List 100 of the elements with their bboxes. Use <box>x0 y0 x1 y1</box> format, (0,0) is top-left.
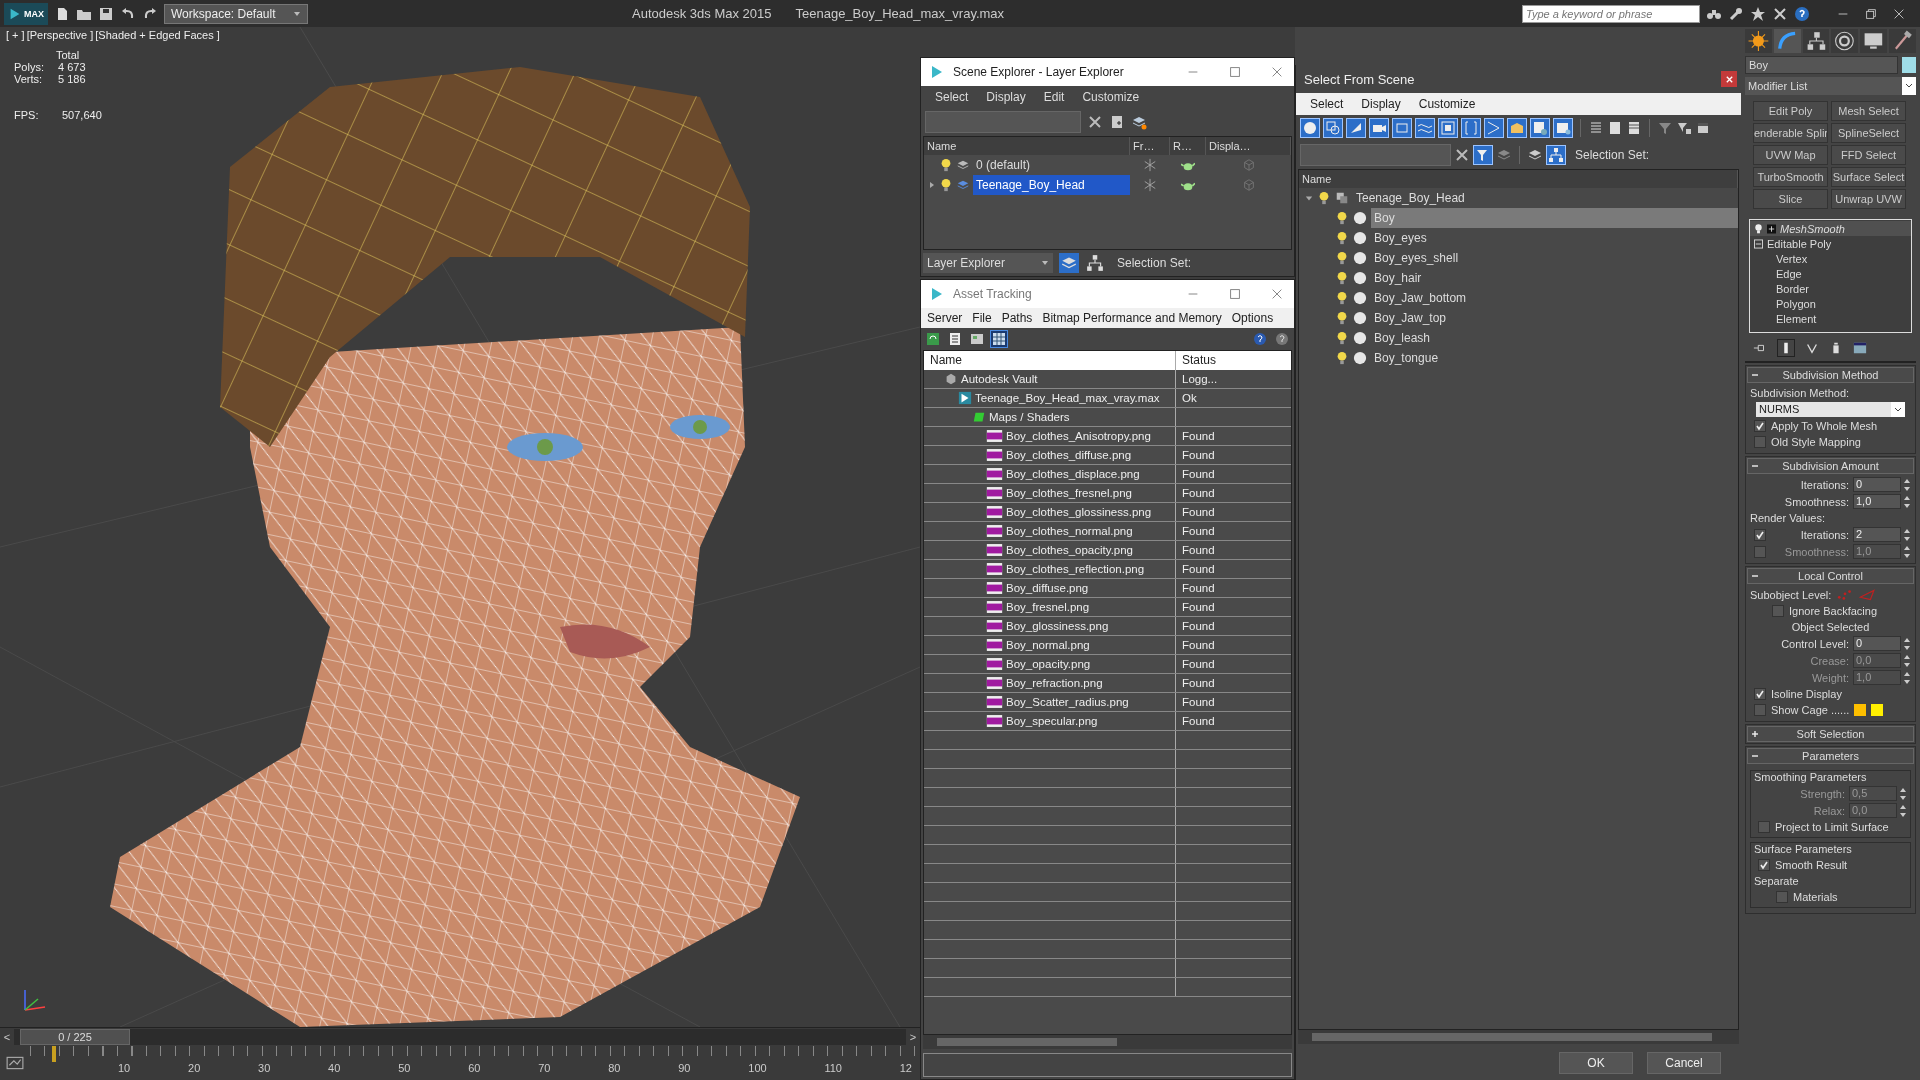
checkbox[interactable] <box>1754 436 1766 448</box>
waves-icon[interactable] <box>1415 118 1435 138</box>
menu-item[interactable]: Edit <box>1043 90 1065 104</box>
close-icon[interactable] <box>1270 287 1284 301</box>
dialog-button[interactable]: Cancel <box>1647 1052 1721 1074</box>
filter-icon[interactable] <box>1676 120 1692 136</box>
checkbox[interactable] <box>1772 605 1784 617</box>
column-header[interactable]: Displa… <box>1206 137 1291 155</box>
list-icon[interactable] <box>1626 120 1642 136</box>
square-icon[interactable] <box>1607 120 1623 136</box>
curve-icon[interactable] <box>1773 29 1801 53</box>
modifier-button[interactable]: enderable Splir <box>1753 123 1828 143</box>
expand-arrow-icon[interactable] <box>928 181 936 189</box>
close-button[interactable] <box>1721 71 1737 87</box>
column-header[interactable]: Status <box>1176 351 1291 370</box>
object-name[interactable]: Boy_eyes <box>1371 228 1738 248</box>
hierarchy-icon[interactable] <box>1085 253 1105 273</box>
viewport-label[interactable]: [ + ] <box>6 29 25 41</box>
search-field[interactable]: Type a keyword or phrase <box>1522 4 1700 23</box>
monitor-icon[interactable] <box>1860 29 1888 53</box>
collapse-arrow-icon[interactable] <box>1305 194 1313 202</box>
app-logo[interactable]: MAX <box>4 2 48 25</box>
layers-icon[interactable] <box>1059 253 1079 273</box>
explorer-mode-dropdown[interactable]: Layer Explorer <box>923 253 1053 273</box>
object-name-field[interactable]: Boy <box>1745 56 1898 74</box>
menu-item[interactable]: File <box>972 311 992 325</box>
rollout-header[interactable]: Subdivision Method <box>1747 367 1914 383</box>
box-icon[interactable] <box>1507 118 1527 138</box>
collapse-icon[interactable] <box>1754 238 1763 249</box>
spinner-arrows-icon[interactable] <box>1903 527 1911 542</box>
spinner-field[interactable]: 1,0 <box>1853 494 1901 509</box>
object-name[interactable]: Boy_Jaw_bottom <box>1371 288 1738 308</box>
layer-row[interactable]: 0 (default) <box>924 155 1130 175</box>
menu-item[interactable]: Customize <box>1418 97 1476 111</box>
thumbnail-icon[interactable] <box>969 331 985 347</box>
menu-item[interactable]: Select <box>935 90 969 104</box>
hammer-icon[interactable] <box>1889 29 1916 53</box>
column-header[interactable]: Name <box>924 137 1130 155</box>
rollout-header[interactable]: Parameters <box>1747 748 1914 764</box>
menu-item[interactable]: Customize <box>1082 90 1140 104</box>
snowflake-icon[interactable] <box>1143 178 1157 192</box>
cage-color-swatch[interactable] <box>1871 704 1884 716</box>
menu-item[interactable]: Options <box>1231 311 1274 325</box>
modifier-button[interactable]: SplineSelect <box>1831 123 1906 143</box>
object-name[interactable]: Teenage_Boy_Head <box>1353 188 1738 208</box>
checkbox[interactable] <box>1754 688 1766 700</box>
menu-item[interactable]: Select <box>1310 97 1344 111</box>
next-frame-button[interactable]: > <box>906 1031 920 1043</box>
time-slider-handle[interactable]: 0 / 225 <box>20 1029 130 1045</box>
checkbox[interactable] <box>1776 891 1788 903</box>
workspace-dropdown[interactable]: Workspace: Default <box>164 3 308 24</box>
lightbulb-icon[interactable] <box>1335 291 1349 305</box>
path-field[interactable] <box>923 1053 1292 1077</box>
layers-icon[interactable] <box>1131 114 1147 130</box>
checkbox[interactable] <box>1758 821 1770 833</box>
horizontal-scrollbar[interactable] <box>1298 1030 1739 1044</box>
modifier-stack-item[interactable]: Editable Poly <box>1767 237 1832 250</box>
object-name[interactable]: Boy_Jaw_top <box>1371 308 1738 328</box>
spinner-arrows-icon[interactable] <box>1903 670 1911 685</box>
help-icon[interactable] <box>1794 5 1810 22</box>
mini-curve-editor-icon[interactable] <box>6 1054 24 1072</box>
target-icon[interactable] <box>1831 29 1859 53</box>
vertex-dots-icon[interactable] <box>1837 588 1854 601</box>
previous-frame-button[interactable]: < <box>0 1031 14 1043</box>
modifier-button[interactable]: Mesh Select <box>1831 101 1906 121</box>
spinner-arrows-icon[interactable] <box>1903 653 1911 668</box>
spinner-field[interactable]: 2 <box>1853 527 1901 542</box>
panel-icon[interactable] <box>1695 120 1711 136</box>
checkbox[interactable] <box>1758 859 1770 871</box>
modifier-button[interactable]: UVW Map <box>1753 145 1828 165</box>
close-icon[interactable] <box>1270 65 1284 79</box>
expand-icon[interactable] <box>1767 223 1776 234</box>
object-name[interactable]: Boy_tongue <box>1371 348 1738 368</box>
menu-item[interactable]: Display <box>986 90 1026 104</box>
checkbox[interactable] <box>1754 528 1766 541</box>
method-dropdown[interactable]: NURMS <box>1756 402 1905 417</box>
maximize-icon[interactable] <box>1228 287 1242 301</box>
close-x-icon[interactable] <box>1772 5 1788 22</box>
modifier-button[interactable]: Slice <box>1753 189 1828 209</box>
spinner-field[interactable]: 0 <box>1853 477 1901 492</box>
spinner-arrows-icon[interactable] <box>1903 544 1911 559</box>
group-icon[interactable] <box>1438 118 1458 138</box>
clear-icon[interactable] <box>1087 114 1103 130</box>
checkbox[interactable] <box>1754 704 1766 716</box>
shapes-icon[interactable] <box>1323 118 1343 138</box>
horizontal-scrollbar[interactable] <box>923 1035 1292 1049</box>
maximize-icon[interactable] <box>1228 65 1242 79</box>
hierarchy-icon[interactable] <box>1802 29 1830 53</box>
dialog-button[interactable]: OK <box>1559 1052 1633 1074</box>
modifier-button[interactable]: FFD Select <box>1831 145 1906 165</box>
lightbulb-icon[interactable] <box>1335 251 1349 265</box>
restore-icon[interactable] <box>1864 6 1878 21</box>
lightbulb-icon[interactable] <box>1335 331 1349 345</box>
lightbulb-icon[interactable] <box>1335 271 1349 285</box>
column-header[interactable]: Name <box>1299 170 1738 188</box>
rollout-header[interactable]: Local Control <box>1747 568 1914 584</box>
menu-item[interactable]: Display <box>1361 97 1401 111</box>
modifier-button[interactable]: Surface Select <box>1831 167 1906 187</box>
refresh-icon[interactable] <box>925 331 941 347</box>
snowflake-icon[interactable] <box>1143 158 1157 172</box>
